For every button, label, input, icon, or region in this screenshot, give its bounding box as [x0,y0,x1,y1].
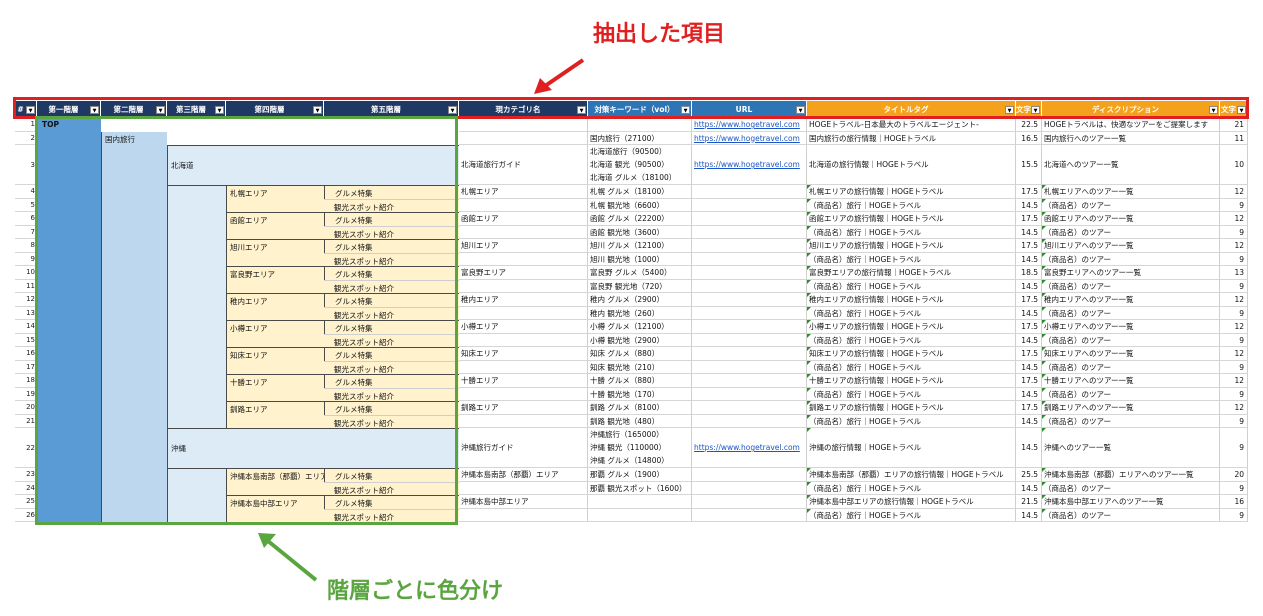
green-arrow-icon [258,533,318,582]
